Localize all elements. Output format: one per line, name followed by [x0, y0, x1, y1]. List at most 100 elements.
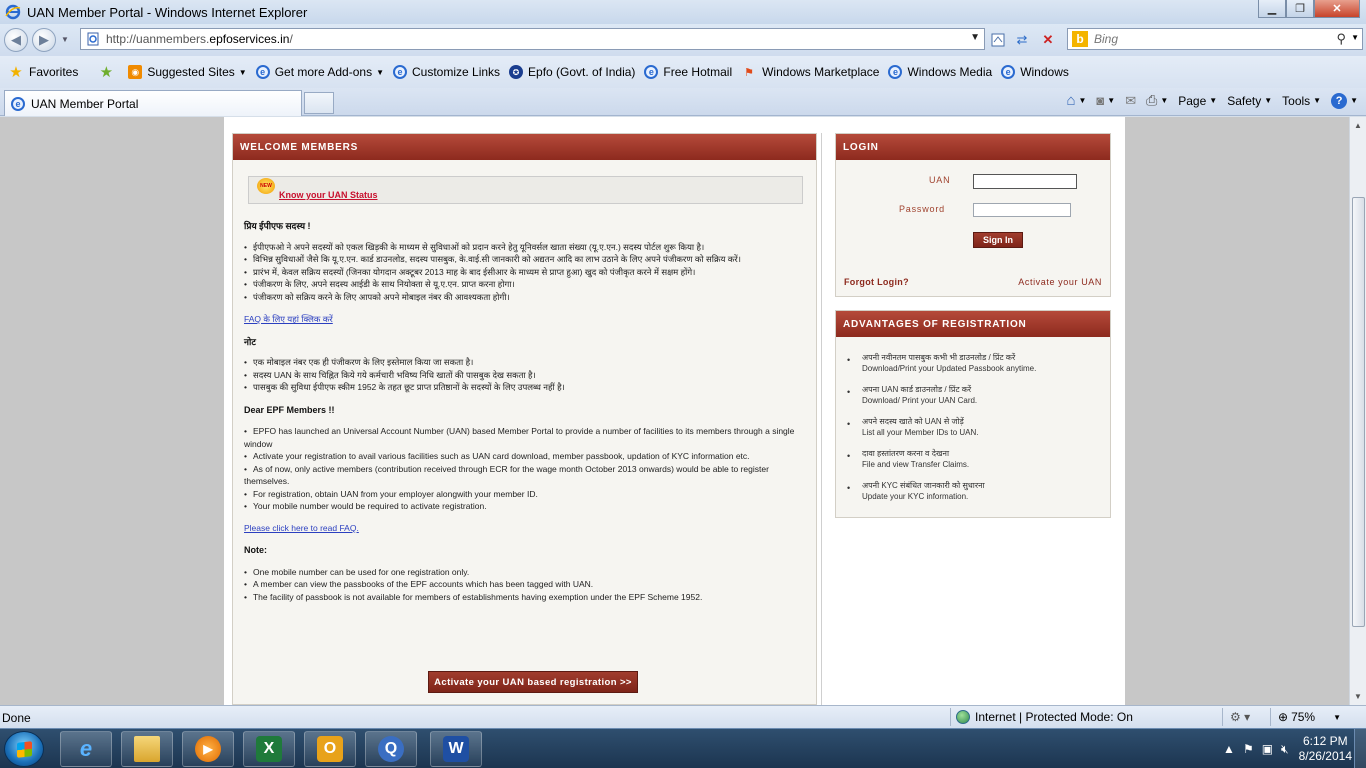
tray-expand-icon[interactable]: ▲	[1223, 742, 1235, 756]
zoom-control[interactable]: ⊕ 75% ▼	[1278, 710, 1341, 724]
command-bar: ⌂ ▼ ◙ ▼ ✉ ⎙ ▼ Page ▼ Safety ▼ Tools ▼ ? ▼	[1056, 92, 1358, 109]
zone-label: Internet | Protected Mode: On	[975, 710, 1133, 724]
maximize-button[interactable]: ❐	[1286, 0, 1314, 18]
taskbar-word[interactable]: W	[430, 731, 482, 767]
chevron-down-icon: ▼	[1107, 96, 1116, 105]
back-arrow-icon: ◀	[11, 32, 21, 47]
add-to-favorites-bar-button[interactable]: ★	[98, 64, 119, 81]
taskbar-remote-app[interactable]: Q	[365, 731, 417, 767]
know-uan-status-link[interactable]: Know your UAN Status	[279, 190, 378, 200]
minimize-button[interactable]: ▁	[1258, 0, 1286, 18]
volume-muted-icon[interactable]: 🔇︎	[1281, 742, 1289, 757]
sign-in-button[interactable]: Sign In	[973, 232, 1023, 248]
back-button[interactable]: ◀	[4, 28, 28, 52]
advantage-english: Update your KYC information.	[862, 492, 969, 501]
activate-uan-link[interactable]: Activate your UAN	[1018, 277, 1102, 287]
outlook-icon: O	[317, 736, 343, 762]
start-button[interactable]	[4, 731, 44, 767]
scroll-down-icon[interactable]: ▼	[1354, 692, 1362, 701]
favorites-button[interactable]: ★ Favorites	[8, 64, 78, 81]
compatibility-view-icon[interactable]	[988, 30, 1008, 50]
new-tab-button[interactable]	[304, 92, 334, 114]
excel-icon: X	[256, 736, 282, 762]
clock-date: 8/26/2014	[1298, 749, 1352, 763]
fav-label: Windows Media	[907, 65, 993, 79]
uan-label: UAN	[929, 175, 951, 185]
hindi-faq-link[interactable]: FAQ के लिए यहां क्लिक करें	[244, 314, 333, 324]
hindi-point: ईपीएफओ ने अपने सदस्यों को एकल खिड़की के …	[244, 241, 804, 254]
taskbar-excel[interactable]: X	[243, 731, 295, 767]
clock-time: 6:12 PM	[1302, 734, 1348, 748]
security-zone[interactable]: Internet | Protected Mode: On	[956, 710, 1133, 724]
taskbar-outlook[interactable]: O	[304, 731, 356, 767]
fav-free-hotmail[interactable]: e Free Hotmail	[644, 65, 732, 79]
search-icon[interactable]: ⚲	[1336, 31, 1346, 47]
ie-page-icon: e	[1001, 65, 1016, 79]
status-separator	[950, 708, 951, 726]
feeds-button[interactable]: ◙ ▼	[1096, 93, 1115, 108]
show-desktop-button[interactable]	[1354, 729, 1366, 768]
zoom-level: 75%	[1291, 710, 1316, 724]
refresh-icon[interactable]: ⇄	[1012, 30, 1032, 50]
search-options-icon[interactable]: ▼	[1351, 33, 1359, 42]
fav-label: Free Hotmail	[663, 65, 733, 79]
chevron-down-icon: ▼	[238, 67, 247, 77]
taskbar-media-player[interactable]: ▶	[182, 731, 234, 767]
close-window-button[interactable]: ✕	[1314, 0, 1360, 18]
advantage-hindi: अपनी KYC संबंधित जानकारी को सुधारना	[862, 481, 985, 490]
vertical-scrollbar[interactable]: ▲ ▼	[1349, 117, 1366, 705]
search-box[interactable]: b Bing ⚲ ▼	[1067, 28, 1363, 50]
address-dropdown-icon[interactable]: ▼	[970, 32, 980, 43]
page-viewport: WELCOME MEMBERS NEW Know your UAN Status…	[0, 117, 1349, 705]
address-field[interactable]: http://uanmembers.epfoservices.in/ ▼	[80, 28, 985, 50]
help-menu[interactable]: ? ▼	[1331, 92, 1358, 109]
tab-bar: e UAN Member Portal ⌂ ▼ ◙ ▼ ✉ ⎙ ▼ Page ▼ Saf…	[0, 88, 1366, 116]
tools-menu[interactable]: Tools ▼	[1282, 94, 1321, 108]
fav-windows[interactable]: e Windows	[1001, 65, 1069, 79]
protected-mode-icon[interactable]: ⚙ ▾	[1230, 710, 1250, 724]
fav-windows-marketplace[interactable]: ⚑ Windows Marketplace	[741, 64, 879, 80]
password-input[interactable]	[973, 203, 1071, 217]
home-button[interactable]: ⌂ ▼	[1066, 92, 1086, 109]
action-center-flag-icon[interactable]: ⚑	[1243, 742, 1254, 756]
status-separator	[1222, 708, 1223, 726]
clock[interactable]: 6:12 PM 8/26/2014	[1299, 734, 1352, 764]
status-bar: Done Internet | Protected Mode: On ⚙ ▾ ⊕…	[0, 705, 1366, 728]
english-point: Activate your registration to avail vari…	[244, 450, 804, 463]
forward-button[interactable]: ▶	[32, 28, 56, 52]
remote-assistance-icon: Q	[378, 736, 404, 762]
fav-label: Epfo (Govt. of India)	[528, 65, 636, 79]
scroll-up-icon[interactable]: ▲	[1354, 121, 1362, 130]
recent-pages-dropdown[interactable]: ▼	[61, 35, 69, 44]
english-greeting: Dear EPF Members !!	[244, 404, 335, 415]
fav-get-more-addons[interactable]: e Get more Add-ons ▼	[255, 65, 384, 79]
stop-icon[interactable]: ✕	[1038, 30, 1058, 50]
english-point: For registration, obtain UAN from your e…	[244, 488, 804, 501]
fav-epfo[interactable]: ✪ Epfo (Govt. of India)	[509, 65, 635, 79]
tab-uan-member-portal[interactable]: e UAN Member Portal	[4, 90, 302, 116]
fav-windows-media[interactable]: e Windows Media	[888, 65, 992, 79]
ie-page-icon: e	[11, 96, 25, 111]
english-faq-link[interactable]: Please click here to read FAQ.	[244, 523, 359, 533]
bing-icon: b	[1072, 31, 1088, 47]
network-icon[interactable]: ▣	[1262, 742, 1273, 756]
taskbar-internet-explorer[interactable]: e	[60, 731, 112, 767]
uan-input[interactable]	[973, 174, 1077, 189]
read-mail-button[interactable]: ✉	[1125, 93, 1136, 109]
forgot-login-link[interactable]: Forgot Login?	[844, 277, 909, 287]
fav-suggested-sites[interactable]: ◉ Suggested Sites ▼	[128, 65, 247, 79]
scrollbar-thumb[interactable]	[1352, 197, 1365, 627]
safety-menu[interactable]: Safety ▼	[1227, 94, 1272, 108]
fav-customize-links[interactable]: e Customize Links	[393, 65, 500, 79]
page-menu[interactable]: Page ▼	[1178, 94, 1217, 108]
ie-page-icon: e	[888, 65, 903, 79]
taskbar-file-explorer[interactable]	[121, 731, 173, 767]
printer-icon: ⎙	[1146, 92, 1158, 108]
advantage-item: अपने सदस्य खाते को UAN से जोड़ें List al…	[847, 416, 978, 438]
advantage-item: अपनी KYC संबंधित जानकारी को सुधारना Upda…	[847, 480, 985, 502]
folder-icon	[134, 736, 160, 762]
note-heading: Note:	[244, 545, 267, 555]
activate-registration-button[interactable]: Activate your UAN based registration >>	[428, 671, 638, 693]
print-button[interactable]: ⎙ ▼	[1146, 92, 1168, 109]
chevron-down-icon: ▼	[1350, 96, 1358, 105]
